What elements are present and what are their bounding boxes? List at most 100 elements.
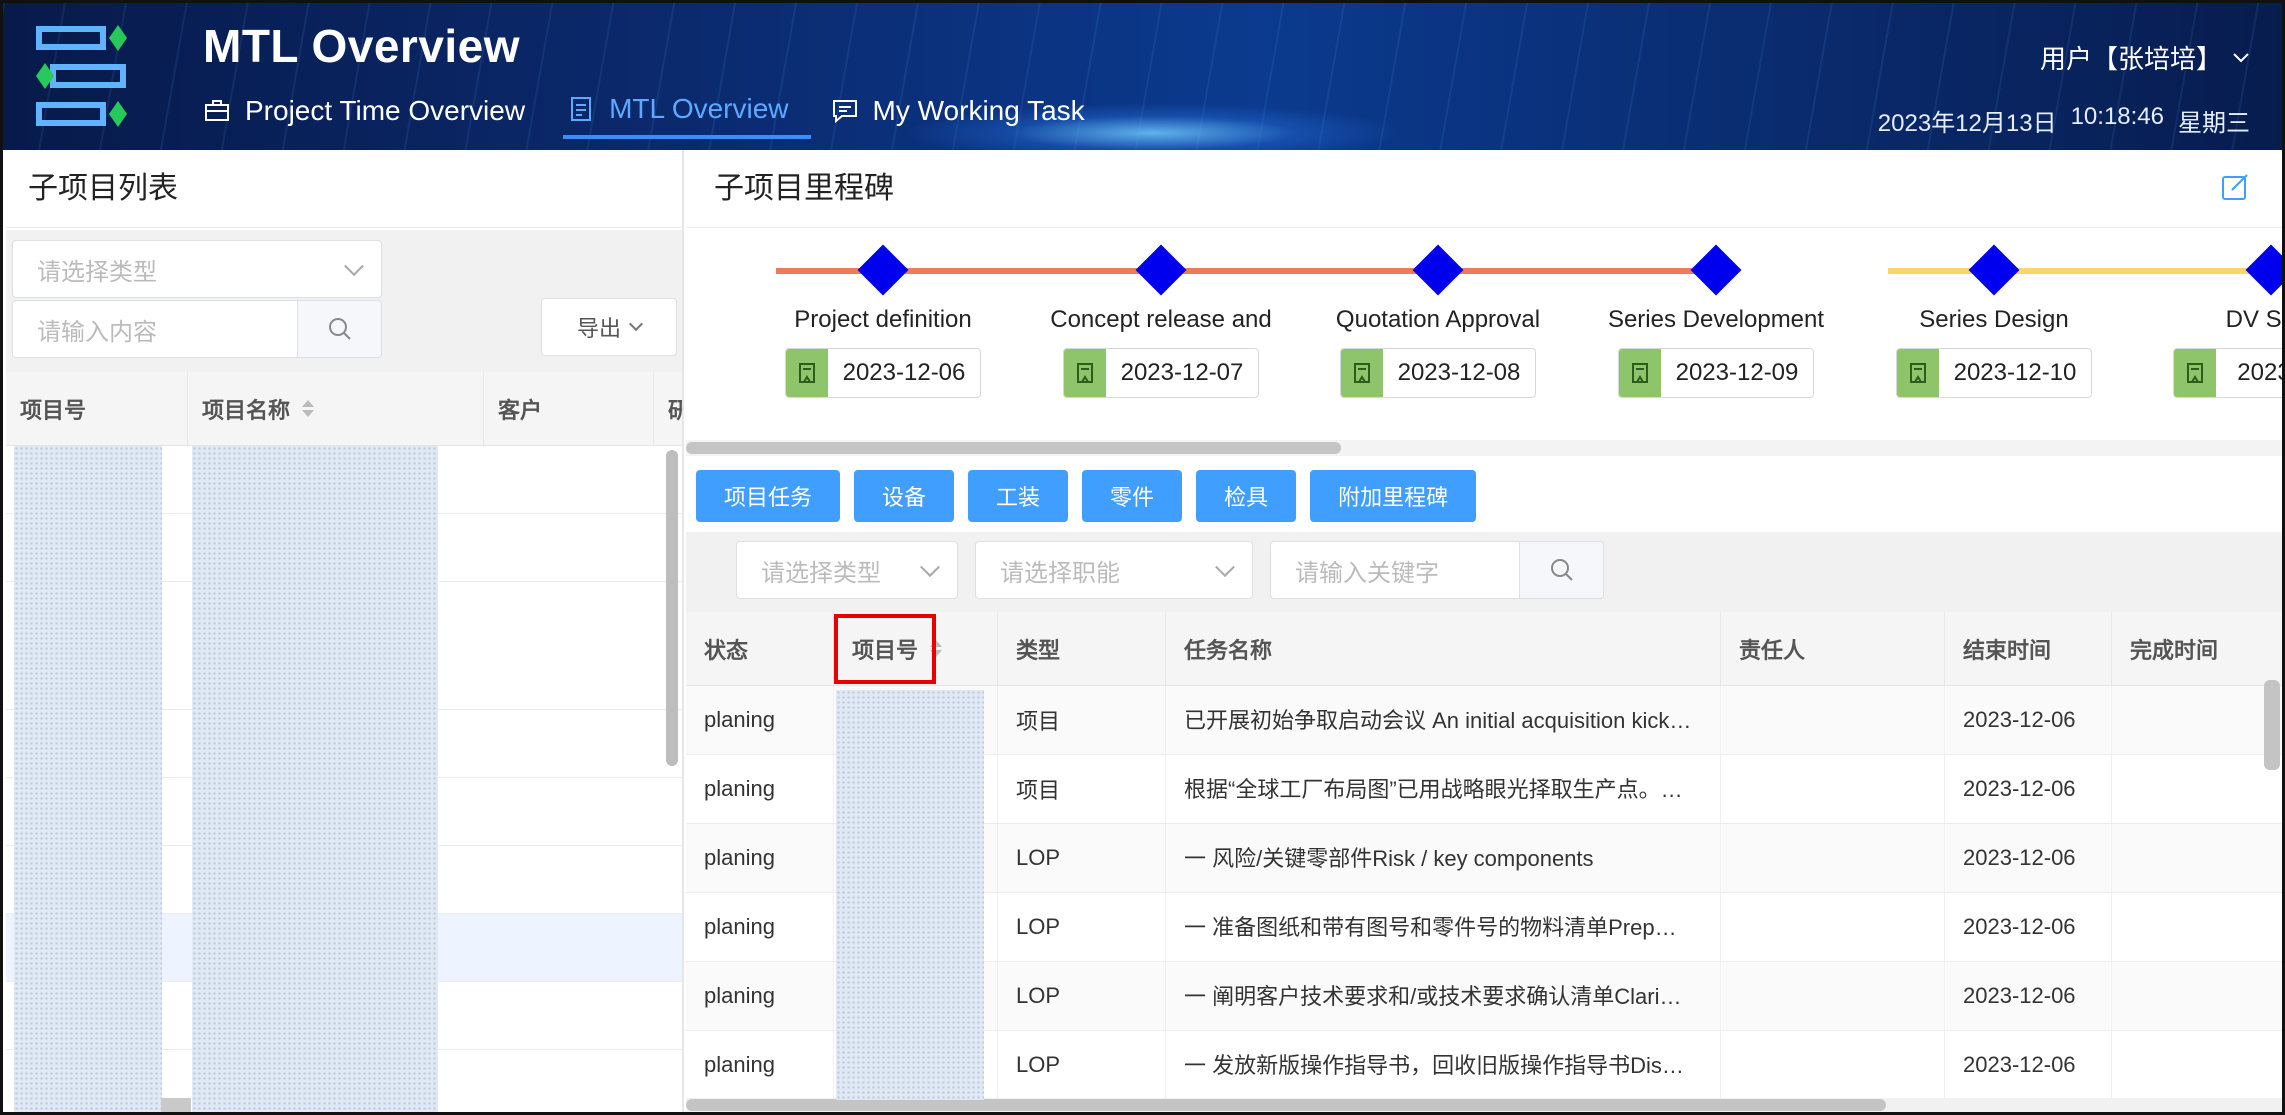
column-header[interactable]: 责任人 <box>1721 612 1945 685</box>
tab-gauges[interactable]: 检具 <box>1196 470 1297 522</box>
tab-project-tasks[interactable]: 项目任务 <box>696 470 841 522</box>
status-cell: planing <box>686 686 834 754</box>
type-cell: LOP <box>998 962 1166 1030</box>
column-header[interactable]: 结束时间 <box>1945 612 2112 685</box>
column-header[interactable]: 类型 <box>998 612 1166 685</box>
milestone-diamond-icon <box>2245 244 2282 296</box>
milestone-name: DV Start <box>2225 306 2282 333</box>
nav-my-working-task[interactable]: My Working Task <box>827 83 1107 139</box>
done-date-cell <box>2112 686 2282 754</box>
export-button[interactable]: 导出 <box>541 298 677 356</box>
scrollbar-thumb[interactable] <box>686 1099 1886 1111</box>
type-select-placeholder: 请选择类型 <box>37 258 157 286</box>
milestone-name: Project definition <box>794 306 972 333</box>
bookmark-icon <box>1619 349 1661 397</box>
type-cell: LOP <box>998 893 1166 961</box>
status-cell: planing <box>686 755 834 823</box>
nav-mtl-overview[interactable]: MTL Overview <box>563 83 811 139</box>
app-window: MTL Overview Project Time Overview MTL O… <box>0 0 2285 1115</box>
owner-cell <box>1721 686 1945 754</box>
chevron-down-icon <box>2233 52 2249 62</box>
timeline-scrollbar[interactable] <box>686 440 2282 456</box>
type-select[interactable]: 请选择类型 <box>12 240 382 298</box>
end-date-cell: 2023-12-06 <box>1945 686 2112 754</box>
milestone-diamond-icon <box>1412 244 1464 296</box>
message-icon <box>832 100 857 124</box>
function-select[interactable]: 请选择职能 <box>975 541 1253 599</box>
done-date-cell <box>2112 962 2282 1030</box>
horizontal-scrollbar[interactable] <box>686 1098 2282 1112</box>
end-date-cell: 2023-12-06 <box>1945 1031 2112 1099</box>
milestone-diamond-icon <box>857 244 909 296</box>
user-menu[interactable]: 用户【张培培】 <box>2040 39 2250 76</box>
chevron-down-icon <box>920 557 940 578</box>
function-placeholder: 请选择职能 <box>1000 559 1120 587</box>
task-name-cell: 一 阐明客户技术要求和/或技术要求确认清单Clari… <box>1166 962 1721 1030</box>
nav-label: Project Time Overview <box>245 95 526 126</box>
datetime-display: 2023年12月13日 10:18:46 星期三 <box>1878 103 2250 138</box>
column-header[interactable]: 状态 <box>686 612 834 685</box>
keyword-search-button[interactable] <box>1520 541 1604 599</box>
task-name-cell: 一 风险/关键零部件Risk / key components <box>1166 824 1721 892</box>
horizontal-scrollbar[interactable] <box>161 1098 191 1112</box>
column-label: 责任人 <box>1739 637 1806 663</box>
owner-cell <box>1721 893 1945 961</box>
owner-cell <box>1721 1031 1945 1099</box>
vertical-scrollbar[interactable] <box>2264 680 2280 770</box>
nav-label: My Working Task <box>872 95 1085 126</box>
edit-icon[interactable] <box>2220 172 2250 202</box>
tab-equipment[interactable]: 设备 <box>854 470 955 522</box>
done-date-cell <box>2112 755 2282 823</box>
milestone-date-value: 2023-12-09 <box>1675 359 1799 386</box>
type-cell: 项目 <box>998 686 1166 754</box>
timeline-line-completed <box>776 268 1702 274</box>
milestone-diamond-icon <box>1690 244 1742 296</box>
owner-cell <box>1721 824 1945 892</box>
status-cell: planing <box>686 824 834 892</box>
column-header[interactable]: 研 <box>654 372 682 445</box>
redacted-column <box>14 446 162 1112</box>
column-header[interactable]: 任务名称 <box>1166 612 1721 685</box>
nav-project-time-overview[interactable]: Project Time Overview <box>199 83 547 139</box>
bookmark-icon <box>1897 349 1939 397</box>
chevron-down-icon <box>1215 557 1235 578</box>
vertical-scrollbar[interactable] <box>666 450 678 766</box>
end-date-cell: 2023-12-06 <box>1945 962 2112 1030</box>
tab-parts[interactable]: 零件 <box>1082 470 1183 522</box>
done-date-cell <box>2112 824 2282 892</box>
sort-icon[interactable] <box>302 400 315 417</box>
search-icon <box>328 318 351 340</box>
tab-additional-milestones[interactable]: 附加里程碑 <box>1310 470 1477 522</box>
bookmark-icon <box>1064 349 1106 397</box>
search-input[interactable]: 请输入内容 <box>12 300 298 358</box>
left-filter-bar: 请选择类型 请输入内容 导出 <box>6 230 682 372</box>
bookmark-icon <box>1341 349 1383 397</box>
milestone-date: 2023-12-06 <box>785 348 981 398</box>
end-date-cell: 2023-12-06 <box>1945 893 2112 961</box>
milestone-name: Concept release and <box>1050 306 1272 333</box>
task-filter-bar: 请选择类型 请选择职能 请输入关键字 <box>686 532 2282 612</box>
task-type-placeholder: 请选择类型 <box>761 559 881 587</box>
type-cell: 项目 <box>998 755 1166 823</box>
end-date-cell: 2023-12-06 <box>1945 824 2112 892</box>
app-logo-icon <box>36 25 127 127</box>
column-header[interactable]: 客户 <box>484 372 654 445</box>
export-label: 导出 <box>576 316 621 341</box>
bookmark-icon <box>2174 349 2216 397</box>
chevron-down-icon <box>628 316 644 332</box>
column-header[interactable]: 项目号 <box>6 372 188 445</box>
search-icon <box>1550 559 1573 581</box>
timeline-line-pending <box>1888 268 2282 274</box>
keyword-placeholder: 请输入关键字 <box>1295 559 1439 587</box>
column-header[interactable]: 项目名称 <box>188 372 484 445</box>
task-type-select[interactable]: 请选择类型 <box>736 541 958 599</box>
scrollbar-thumb[interactable] <box>686 442 1341 454</box>
column-label: 结束时间 <box>1963 637 2052 663</box>
keyword-input[interactable]: 请输入关键字 <box>1270 541 1520 599</box>
milestone-date: 2023-12-08 <box>1340 348 1536 398</box>
search-button[interactable] <box>298 300 382 358</box>
column-label: 项目名称 <box>202 397 291 423</box>
tab-tooling[interactable]: 工装 <box>968 470 1069 522</box>
column-header[interactable]: 完成时间 <box>2112 612 2282 685</box>
status-cell: planing <box>686 1031 834 1099</box>
